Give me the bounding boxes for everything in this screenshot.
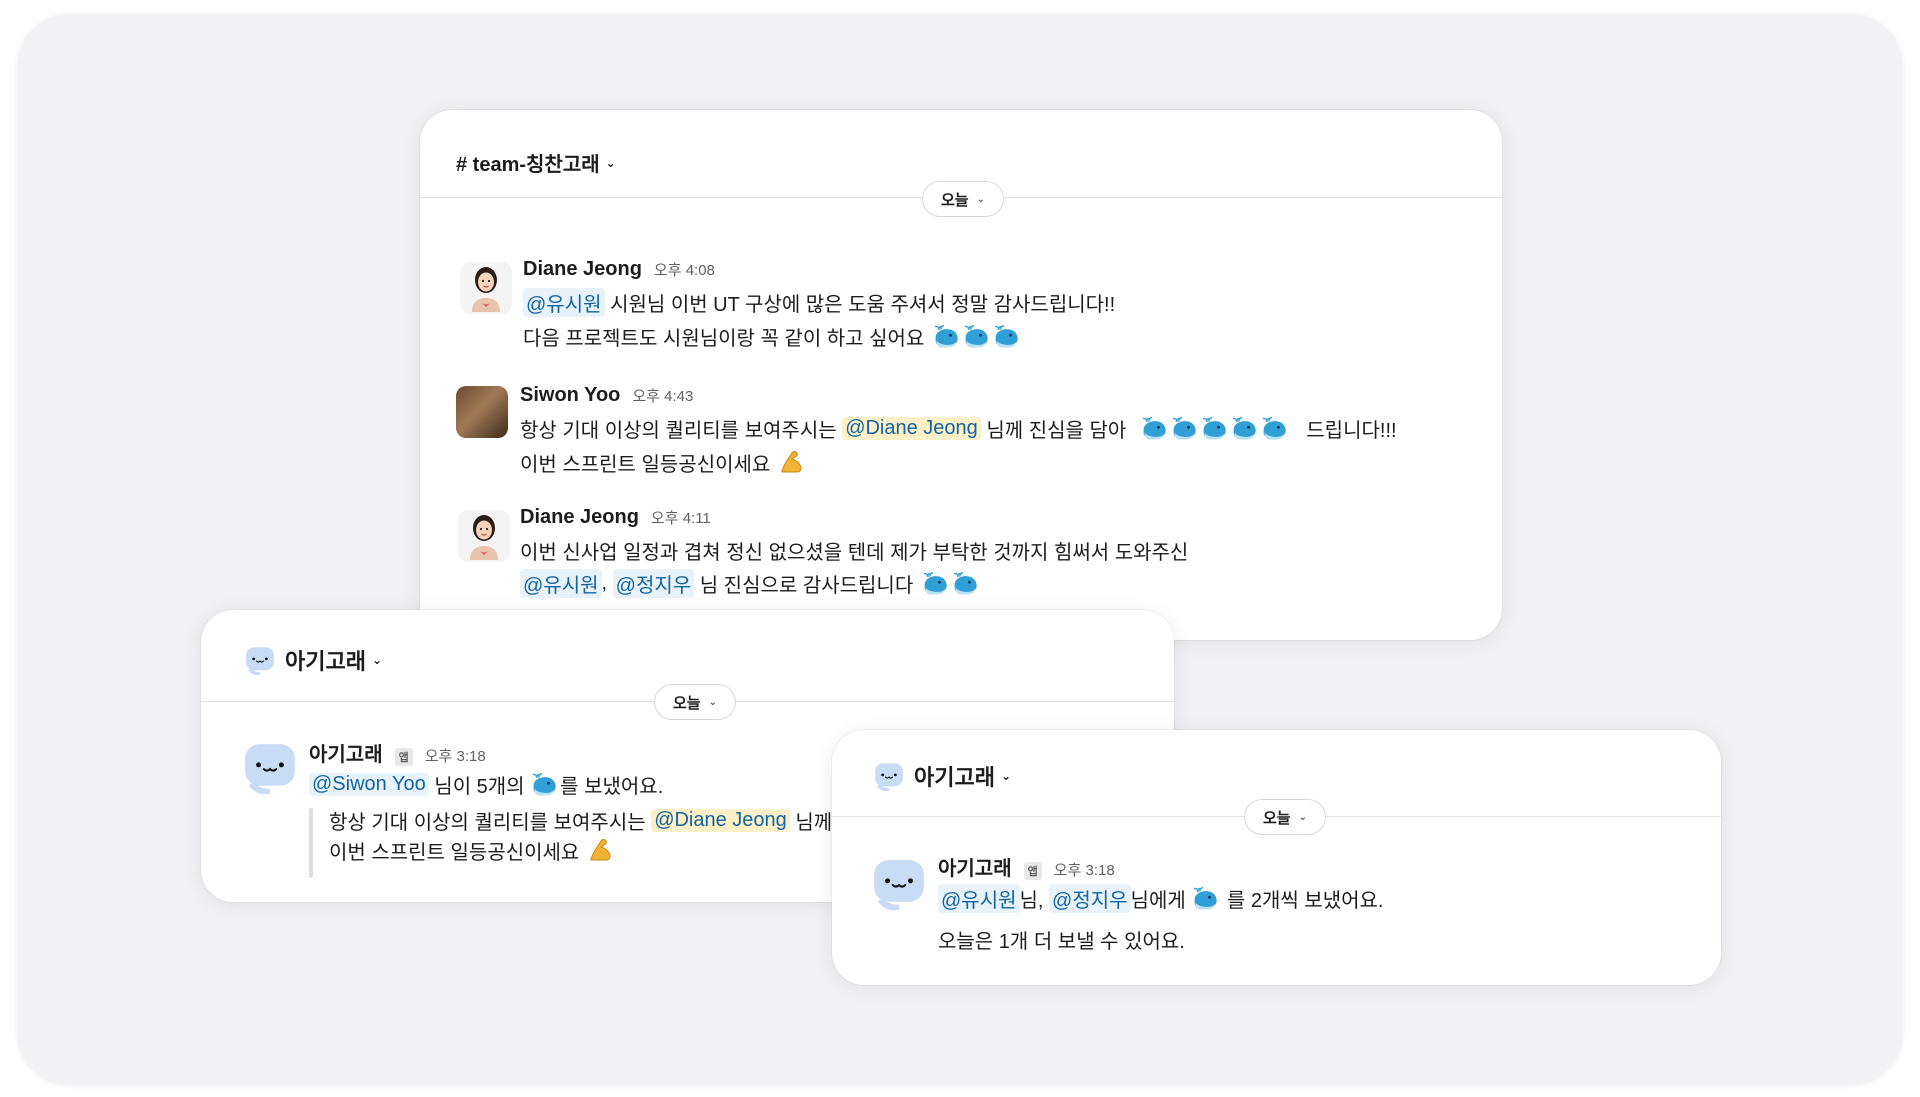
quote-line: 항상 기대 이상의 퀄리티를 보여주시는 @Diane Jeong 님께 진 [329,806,856,835]
message-header: Diane Jeong 오후 4:08 [523,258,715,281]
mention-link[interactable]: @정지우 [1049,884,1131,913]
message-header: 아기고래 앱 오후 3:18 [938,852,1115,881]
sender-name[interactable]: 아기고래 [309,738,383,767]
message-text: 님이 5개의 [428,776,531,798]
whale-emoji [993,324,1021,350]
message-line: @유시원 시원님 이번 UT 구상에 많은 도움 주셔서 정말 감사드립니다!! [523,288,1115,317]
mention-link[interactable]: @Siwon Yoo [309,773,429,796]
channel-name-button[interactable]: # team-칭찬고래 ⌄ [456,148,616,177]
mention-link[interactable]: @유시원 [520,569,602,598]
date-label: 오늘 [941,191,969,209]
message-text: 다음 프로젝트도 시원님이랑 꼭 같이 하고 싶어요 [523,328,925,350]
message-text: 님 진심으로 감사드립니다 [694,575,914,597]
whale-emoji [1141,416,1169,442]
channel-name-button[interactable]: 아기고래 ⌄ [874,760,1011,792]
timestamp[interactable]: 오후 4:43 [632,385,693,406]
message-text: 를 보냈어요. [560,776,664,798]
whale-emoji [531,772,559,798]
message-text: 이번 스프린트 일등공신이세요 [520,454,771,476]
whale-emoji [1201,416,1229,442]
channel-name-button[interactable]: 아기고래 ⌄ [245,644,382,676]
mention-link[interactable]: @유시원 [523,288,605,317]
whale-emoji [952,571,980,597]
channel-name: 아기고래 [285,649,366,674]
message-text: 를 2개씩 보냈어요. [1221,890,1384,912]
message-text: 이번 신사업 일정과 겹쳐 정신 없으셨을 텐데 제가 부탁한 것까지 힘써서 … [520,542,1189,564]
message-line: @유시원 , @정지우 님 진심으로 감사드립니다 [520,569,981,598]
person-avatar-icon [466,264,506,312]
message-line: 항상 기대 이상의 퀄리티를 보여주시는 @Diane Jeong 님께 진심을… [520,414,1397,443]
mention-link[interactable]: @정지우 [612,569,695,598]
whale-emoji [1192,886,1220,912]
message-text: 님께 진심을 담아 [980,420,1127,442]
message-text: 시원님 이번 UT 구상에 많은 도움 주셔서 정말 감사드립니다!! [604,294,1116,316]
channel-name: # team-칭찬고래 [456,154,600,176]
channel-window-team: # team-칭찬고래 ⌄ 오늘 ⌄ Diane Jeong 오후 4:08 @… [420,110,1502,640]
dm-window-baby-whale-2: 아기고래 ⌄ 오늘 ⌄ 아기고래 앱 오후 3:18 @유시원 님, @정지우 … [832,730,1721,985]
separator-text: 님, [1019,890,1050,912]
whale-emoji [1261,416,1289,442]
quote-text: 이번 스프린트 일등공신이세요 [329,842,580,864]
message-header: Siwon Yoo 오후 4:43 [520,384,693,407]
message-line: @유시원 님, @정지우 님에게 를 2개씩 보냈어요. [938,884,1383,913]
avatar-diane[interactable] [460,262,512,314]
mention-link[interactable]: @Diane Jeong [842,417,981,440]
baby-whale-bot-icon[interactable] [872,856,926,910]
app-badge: 앱 [1023,862,1042,880]
chevron-down-icon: ⌄ [371,653,383,667]
date-label: 오늘 [1263,809,1291,827]
message-line: 다음 프로젝트도 시원님이랑 꼭 같이 하고 싶어요 [523,322,1022,351]
message-header: Diane Jeong 오후 4:11 [520,506,711,529]
quote-bar [309,808,313,878]
mention-link[interactable]: @유시원 [938,884,1020,913]
date-divider-button[interactable]: 오늘 ⌄ [1244,799,1326,835]
baby-whale-bot-icon[interactable] [243,740,297,794]
message-text: 항상 기대 이상의 퀄리티를 보여주시는 [520,420,843,442]
baby-whale-bot-icon [874,761,904,791]
date-divider-button[interactable]: 오늘 ⌄ [654,684,736,720]
flexed-biceps-emoji [778,449,806,477]
timestamp[interactable]: 오후 4:08 [654,259,715,280]
timestamp[interactable]: 오후 4:11 [651,507,711,528]
chevron-down-icon: ⌄ [605,155,616,170]
sender-name[interactable]: 아기고래 [938,852,1012,881]
timestamp[interactable]: 오후 3:18 [425,745,486,766]
mention-link[interactable]: @Diane Jeong [651,809,790,832]
sender-name[interactable]: Siwon Yoo [520,384,620,407]
chevron-down-icon: ⌄ [708,696,717,708]
avatar-diane[interactable] [458,510,510,562]
date-divider-button[interactable]: 오늘 ⌄ [922,181,1004,217]
message-line: 오늘은 1개 더 보낼 수 있어요. [938,925,1185,954]
message-line: 이번 신사업 일정과 겹쳐 정신 없으셨을 텐데 제가 부탁한 것까지 힘써서 … [520,536,1188,565]
baby-whale-bot-icon [245,645,275,675]
sender-name[interactable]: Diane Jeong [520,506,639,529]
whale-emoji [933,324,961,350]
message-header: 아기고래 앱 오후 3:18 [309,738,486,767]
chevron-down-icon: ⌄ [1000,769,1012,783]
whale-emoji [963,324,991,350]
message-line: @Siwon Yoo 님이 5개의 를 보냈어요. [309,770,663,799]
quote-text: 항상 기대 이상의 퀄리티를 보여주시는 [329,812,652,834]
quote-line: 이번 스프린트 일등공신이세요 [329,836,615,865]
message-text: 드립니다!!! [1306,420,1397,442]
date-label: 오늘 [673,694,701,712]
message-text: 님에게 [1130,890,1192,912]
timestamp[interactable]: 오후 3:18 [1054,859,1115,880]
message-line: 이번 스프린트 일등공신이세요 [520,448,806,477]
avatar-siwon[interactable] [456,386,508,438]
chevron-down-icon: ⌄ [976,193,985,205]
chevron-down-icon: ⌄ [1298,811,1307,823]
channel-name: 아기고래 [914,765,995,790]
message-text: 오늘은 1개 더 보낼 수 있어요. [938,931,1185,953]
sender-name[interactable]: Diane Jeong [523,258,642,281]
whale-emoji [1171,416,1199,442]
app-badge: 앱 [394,748,413,766]
whale-emoji [922,571,950,597]
separator-text: , [601,572,613,594]
person-avatar-icon [464,512,504,560]
whale-emoji [1231,416,1259,442]
flexed-biceps-emoji [587,837,615,865]
